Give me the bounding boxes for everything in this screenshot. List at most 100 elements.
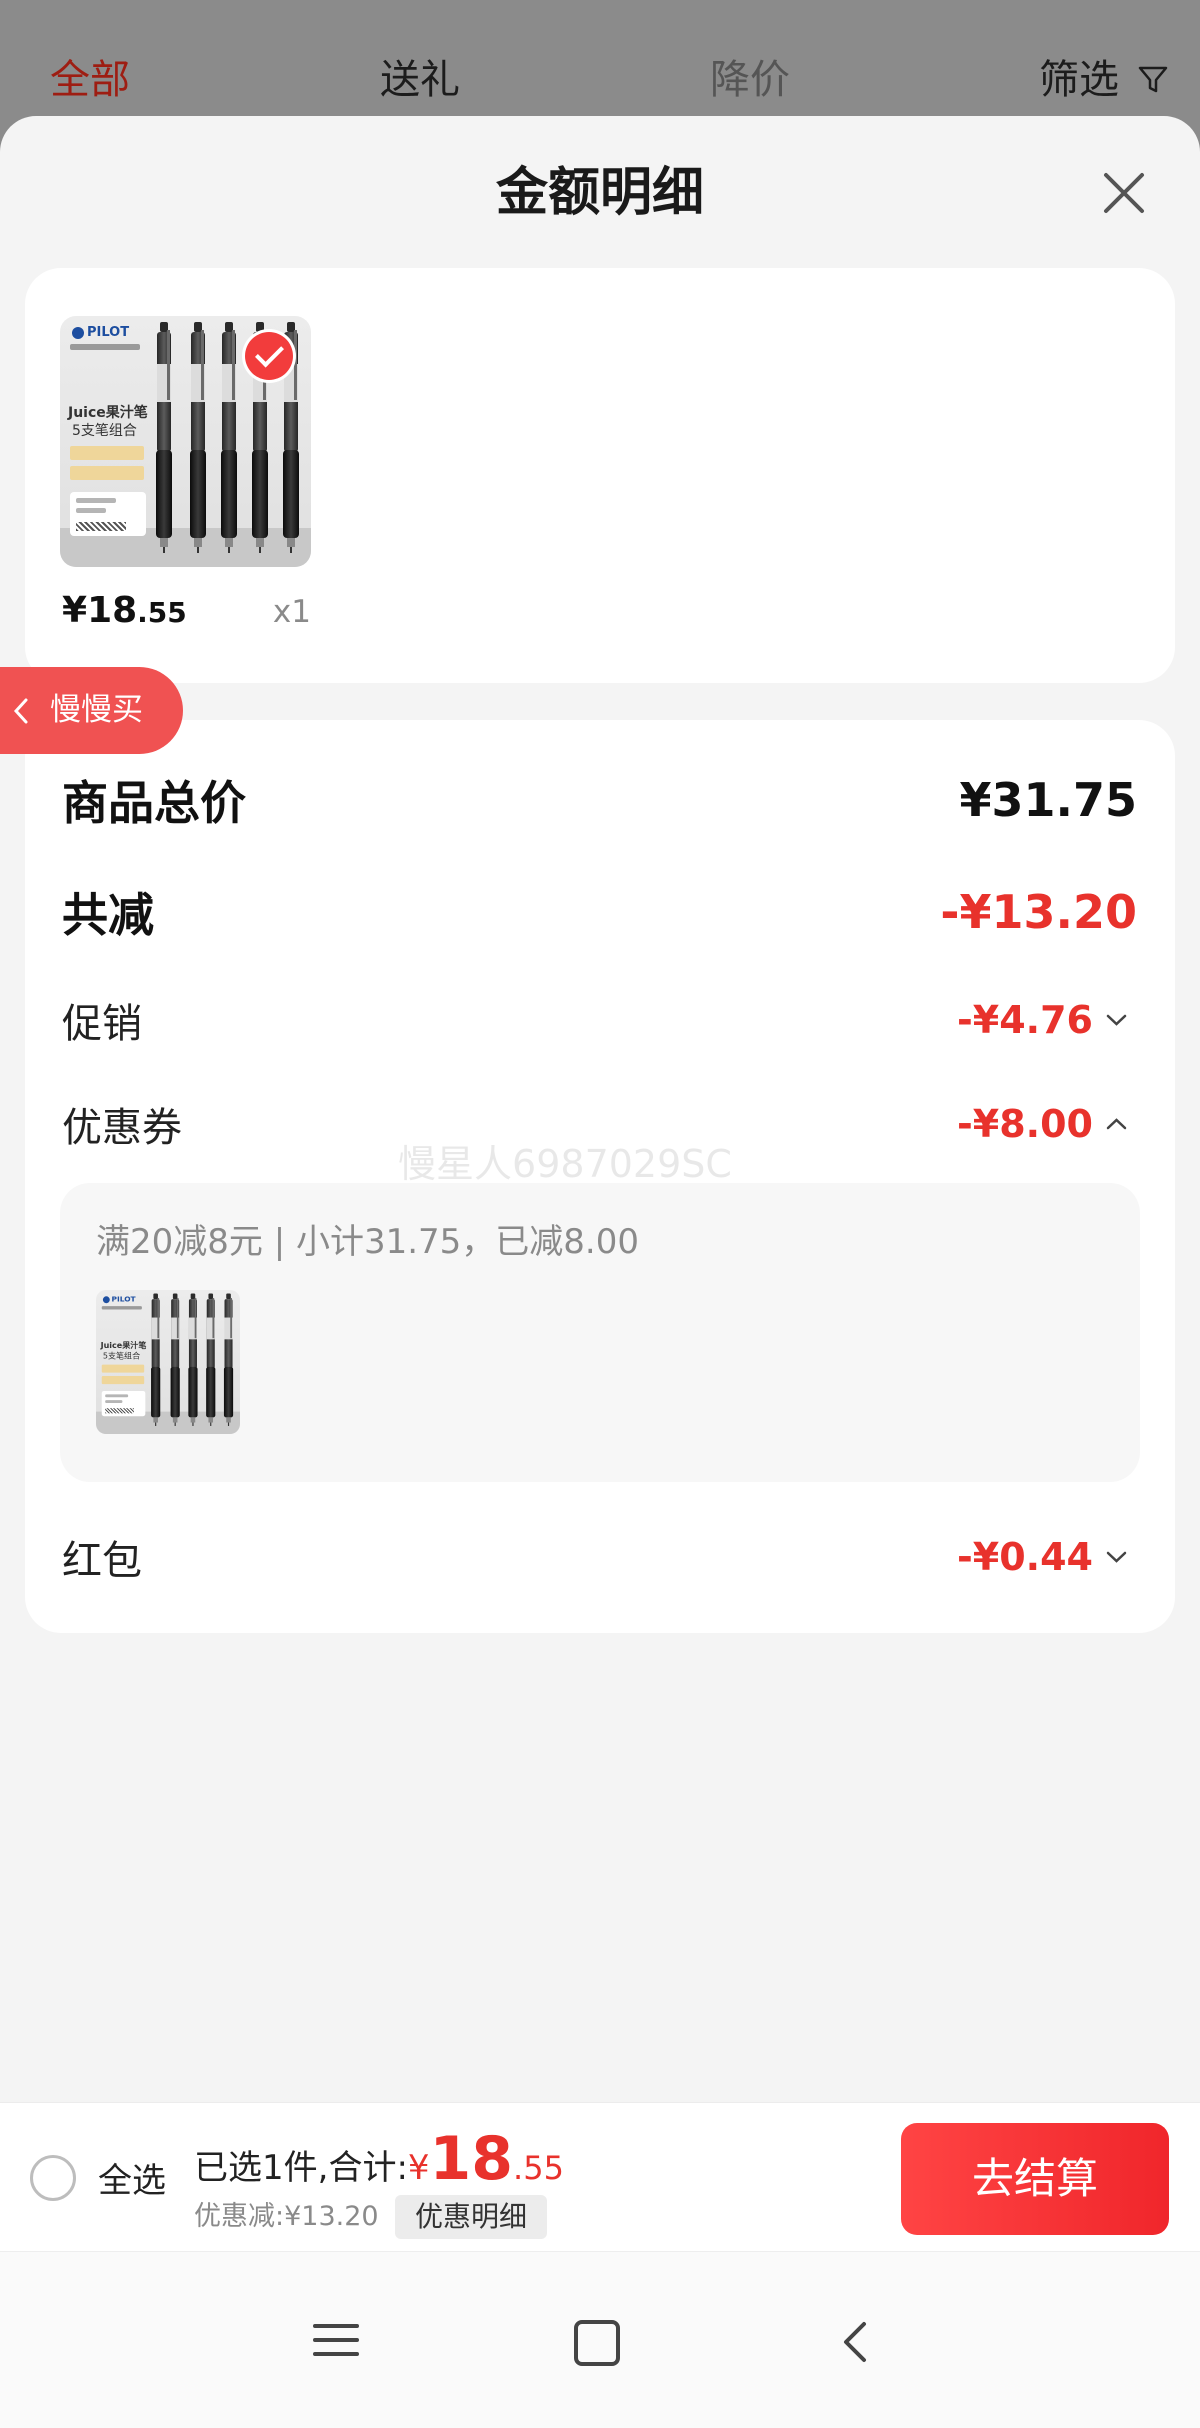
promotion-label: 促销 <box>62 1001 142 1047</box>
pen-tip <box>227 1422 230 1426</box>
checkout-button[interactable]: 去结算 <box>901 2123 1169 2235</box>
filter-button[interactable]: 筛选 <box>1039 56 1119 104</box>
tab-price-drop[interactable]: 降价 <box>710 56 790 104</box>
pen-grip <box>156 450 172 538</box>
pilot-logo-mark <box>102 1296 110 1303</box>
red-packet-value-group[interactable]: -¥0.44 <box>957 1535 1129 1579</box>
pilot-logo: PILOT <box>102 1293 136 1304</box>
goods-total-row: 商品总价 ¥31.75 <box>62 760 1137 840</box>
chevron-up-icon[interactable] <box>1104 1117 1129 1131</box>
tab-gift[interactable]: 送礼 <box>380 56 460 104</box>
sheet-title: 金额明细 <box>495 163 704 223</box>
pen <box>169 1293 180 1426</box>
spec-line <box>76 498 116 503</box>
total-decimal: .55 <box>513 2149 564 2187</box>
pen-clip <box>167 330 170 400</box>
coupon-value-group[interactable]: -¥8.00 <box>957 1102 1129 1146</box>
discount-text: 优惠减:¥13.20 <box>194 2201 379 2232</box>
pen-cone <box>287 538 295 547</box>
product-price: ¥18.55 <box>62 590 187 631</box>
close-icon[interactable] <box>1100 169 1148 217</box>
red-packet-label: 红包 <box>62 1538 142 1584</box>
pen-tip <box>259 547 261 553</box>
package-badge <box>101 1376 145 1385</box>
spec-line <box>105 1400 123 1404</box>
total-integer: 18 <box>429 2124 514 2194</box>
price-symbol: ¥ <box>62 590 88 631</box>
package-subtitle: 5支笔组合 <box>72 423 137 439</box>
product-quantity: x1 <box>272 594 311 630</box>
chevron-down-icon[interactable] <box>1104 1550 1129 1564</box>
pen-tip <box>163 547 165 553</box>
package-badge <box>101 1364 145 1373</box>
pen <box>219 322 239 554</box>
product-card: PILOT Juice果汁笔 5支笔组合 ¥18.55 x1 <box>25 268 1175 683</box>
red-packet-value: -¥0.44 <box>957 1535 1093 1579</box>
chevron-left-icon <box>13 698 28 724</box>
system-nav-bar <box>0 2251 1200 2428</box>
pen-clip <box>157 1298 160 1339</box>
filter-icon[interactable] <box>1137 64 1169 96</box>
slow-buy-label: 慢慢买 <box>50 692 143 728</box>
package-title: Juice果汁笔 <box>68 405 148 421</box>
menu-line <box>313 2338 359 2342</box>
pen <box>187 1293 198 1426</box>
coupon-detail-panel: 满20减8元 | 小计31.75，已减8.00 PILOT Juice果汁笔 5支笔… <box>60 1183 1140 1482</box>
back-icon[interactable] <box>840 2320 870 2364</box>
promotion-row[interactable]: 促销 -¥4.76 <box>62 980 1129 1060</box>
total-symbol: ¥ <box>407 2148 430 2188</box>
pen-clip <box>201 330 204 400</box>
pilot-logo-mark <box>72 326 84 339</box>
selected-summary-label: 已选1件,合计: <box>194 2148 408 2188</box>
price-integer: 18 <box>87 590 138 631</box>
pen <box>205 1293 216 1426</box>
product-art: PILOT Juice果汁笔 5支笔组合 <box>96 1290 240 1434</box>
check-mark <box>255 338 284 368</box>
home-square-icon[interactable] <box>574 2320 620 2366</box>
goods-total-label: 商品总价 <box>62 776 246 830</box>
promotion-value-group[interactable]: -¥4.76 <box>957 998 1129 1042</box>
package-subtitle-bar <box>101 1306 142 1310</box>
coupon-product-thumbnail[interactable]: PILOT Juice果汁笔 5支笔组合 <box>96 1290 240 1434</box>
spec-line <box>76 508 106 513</box>
pen-grip <box>283 450 299 538</box>
breakdown-card: 商品总价 ¥31.75 共减 -¥13.20 促销 -¥4.76 优惠券 -¥8… <box>25 720 1175 1633</box>
pen-cone <box>256 538 264 547</box>
red-packet-row[interactable]: 红包 -¥0.44 <box>62 1517 1129 1597</box>
pen-grip <box>252 450 268 538</box>
barcode-pattern <box>105 1408 134 1414</box>
pen-grip <box>188 1366 198 1418</box>
total-reduction-row: 共减 -¥13.20 <box>62 872 1137 952</box>
pen <box>223 1293 234 1426</box>
package-spec-box <box>101 1390 146 1417</box>
coupon-row[interactable]: 优惠券 -¥8.00 <box>62 1084 1129 1164</box>
pen-tip <box>155 1422 157 1426</box>
pen-tip <box>228 547 230 553</box>
pen-grip <box>151 1366 161 1418</box>
pen-cone <box>225 538 233 547</box>
coupon-value: -¥8.00 <box>957 1102 1093 1146</box>
selected-check-icon[interactable] <box>245 332 293 380</box>
menu-icon[interactable] <box>313 2324 359 2356</box>
pen-grip <box>190 450 206 538</box>
pen-tip <box>210 1422 212 1426</box>
total-reduction-label: 共减 <box>62 888 154 942</box>
pen-grip <box>223 1366 234 1418</box>
select-all-checkbox[interactable] <box>30 2155 76 2201</box>
pen-clip <box>176 1298 179 1339</box>
pen-grip <box>221 450 237 538</box>
pen-tip <box>174 1422 176 1426</box>
pen-cone <box>194 538 202 547</box>
select-all-label[interactable]: 全选 <box>98 2161 166 2201</box>
pen-tip <box>290 547 292 553</box>
pen-tip <box>197 547 199 553</box>
pen <box>188 322 208 554</box>
tab-all[interactable]: 全部 <box>50 56 130 104</box>
slow-buy-button[interactable]: 慢慢买 <box>0 667 183 754</box>
spec-line <box>105 1394 129 1398</box>
chevron-down-icon[interactable] <box>1104 1013 1129 1027</box>
discount-detail-button[interactable]: 优惠明细 <box>395 2195 547 2239</box>
pen-clip <box>230 1298 232 1339</box>
package-subtitle-bar <box>70 344 140 350</box>
pen-grip <box>206 1366 216 1418</box>
